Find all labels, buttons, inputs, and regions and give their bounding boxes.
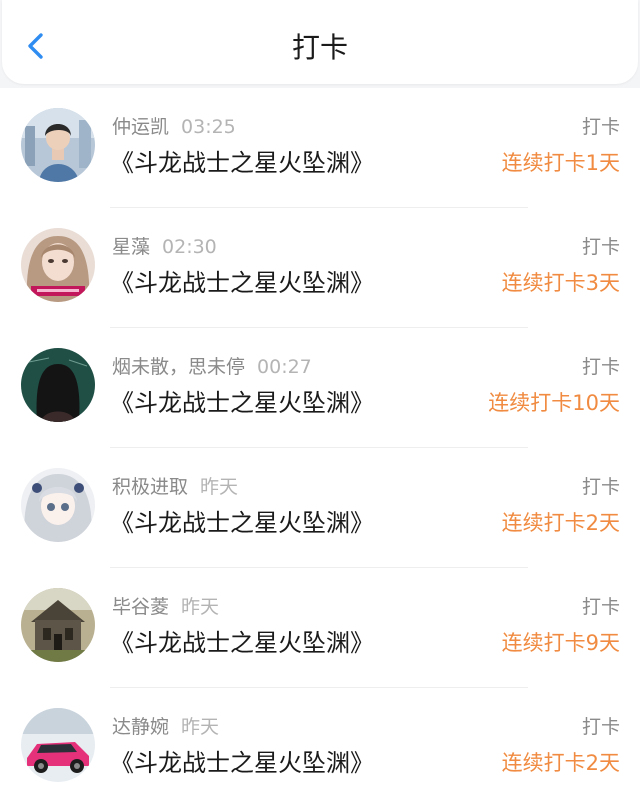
user-name[interactable]: 达静婉 bbox=[112, 716, 169, 738]
checkin-tag: 打卡 bbox=[581, 236, 620, 258]
meta-line: 积极进取 昨天 bbox=[112, 474, 238, 500]
page-title: 打卡 bbox=[291, 31, 348, 64]
page: 打卡 仲运凯 03:25 《斗龙战士之星火坠渊》 打卡 连续打卡1天 星藻 02… bbox=[0, 0, 640, 801]
meta-line: 烟未散，思未停 00:27 bbox=[112, 354, 312, 380]
checkin-list: 仲运凯 03:25 《斗龙战士之星火坠渊》 打卡 连续打卡1天 星藻 02:30… bbox=[0, 88, 640, 801]
checkin-tag: 打卡 bbox=[581, 596, 620, 618]
streak-label: 连续打卡9天 bbox=[501, 631, 620, 655]
meta-line: 仲运凯 03:25 bbox=[112, 114, 236, 140]
meta-line: 毕谷菱 昨天 bbox=[112, 594, 219, 620]
list-item[interactable]: 星藻 02:30 《斗龙战士之星火坠渊》 打卡 连续打卡3天 bbox=[0, 208, 640, 328]
checkin-tag: 打卡 bbox=[581, 716, 620, 738]
list-item[interactable]: 达静婉 昨天 《斗龙战士之星火坠渊》 打卡 连续打卡2天 bbox=[0, 688, 640, 801]
avatar[interactable] bbox=[21, 588, 95, 662]
streak-label: 连续打卡1天 bbox=[501, 151, 620, 175]
avatar[interactable] bbox=[21, 348, 95, 422]
book-title[interactable]: 《斗龙战士之星火坠渊》 bbox=[110, 386, 374, 420]
checkin-tag: 打卡 bbox=[581, 476, 620, 498]
user-name[interactable]: 积极进取 bbox=[112, 476, 188, 498]
list-item[interactable]: 烟未散，思未停 00:27 《斗龙战士之星火坠渊》 打卡 连续打卡10天 bbox=[0, 328, 640, 448]
list-item[interactable]: 积极进取 昨天 《斗龙战士之星火坠渊》 打卡 连续打卡2天 bbox=[0, 448, 640, 568]
streak-label: 连续打卡10天 bbox=[488, 391, 620, 415]
book-title[interactable]: 《斗龙战士之星火坠渊》 bbox=[110, 266, 374, 300]
book-title[interactable]: 《斗龙战士之星火坠渊》 bbox=[110, 506, 374, 540]
streak-label: 连续打卡2天 bbox=[501, 751, 620, 775]
book-title[interactable]: 《斗龙战士之星火坠渊》 bbox=[110, 146, 374, 180]
timestamp: 00:27 bbox=[257, 356, 312, 378]
user-name[interactable]: 烟未散，思未停 bbox=[112, 356, 245, 378]
timestamp: 昨天 bbox=[181, 596, 220, 618]
timestamp: 昨天 bbox=[200, 476, 239, 498]
streak-label: 连续打卡2天 bbox=[501, 511, 620, 535]
user-name[interactable]: 星藻 bbox=[112, 236, 150, 258]
book-title[interactable]: 《斗龙战士之星火坠渊》 bbox=[110, 746, 374, 780]
list-item[interactable]: 仲运凯 03:25 《斗龙战士之星火坠渊》 打卡 连续打卡1天 bbox=[0, 88, 640, 208]
nav-header: 打卡 bbox=[2, 0, 638, 84]
user-name[interactable]: 仲运凯 bbox=[112, 116, 169, 138]
meta-line: 达静婉 昨天 bbox=[112, 714, 219, 740]
list-item[interactable]: 毕谷菱 昨天 《斗龙战士之星火坠渊》 打卡 连续打卡9天 bbox=[0, 568, 640, 688]
streak-label: 连续打卡3天 bbox=[501, 271, 620, 295]
avatar[interactable] bbox=[21, 228, 95, 302]
avatar[interactable] bbox=[21, 468, 95, 542]
avatar[interactable] bbox=[21, 108, 95, 182]
meta-line: 星藻 02:30 bbox=[112, 234, 217, 260]
timestamp: 昨天 bbox=[181, 716, 220, 738]
checkin-tag: 打卡 bbox=[581, 356, 620, 378]
timestamp: 02:30 bbox=[162, 236, 217, 258]
user-name[interactable]: 毕谷菱 bbox=[112, 596, 169, 618]
timestamp: 03:25 bbox=[181, 116, 236, 138]
book-title[interactable]: 《斗龙战士之星火坠渊》 bbox=[110, 626, 374, 660]
avatar[interactable] bbox=[21, 708, 95, 782]
checkin-tag: 打卡 bbox=[581, 116, 620, 138]
